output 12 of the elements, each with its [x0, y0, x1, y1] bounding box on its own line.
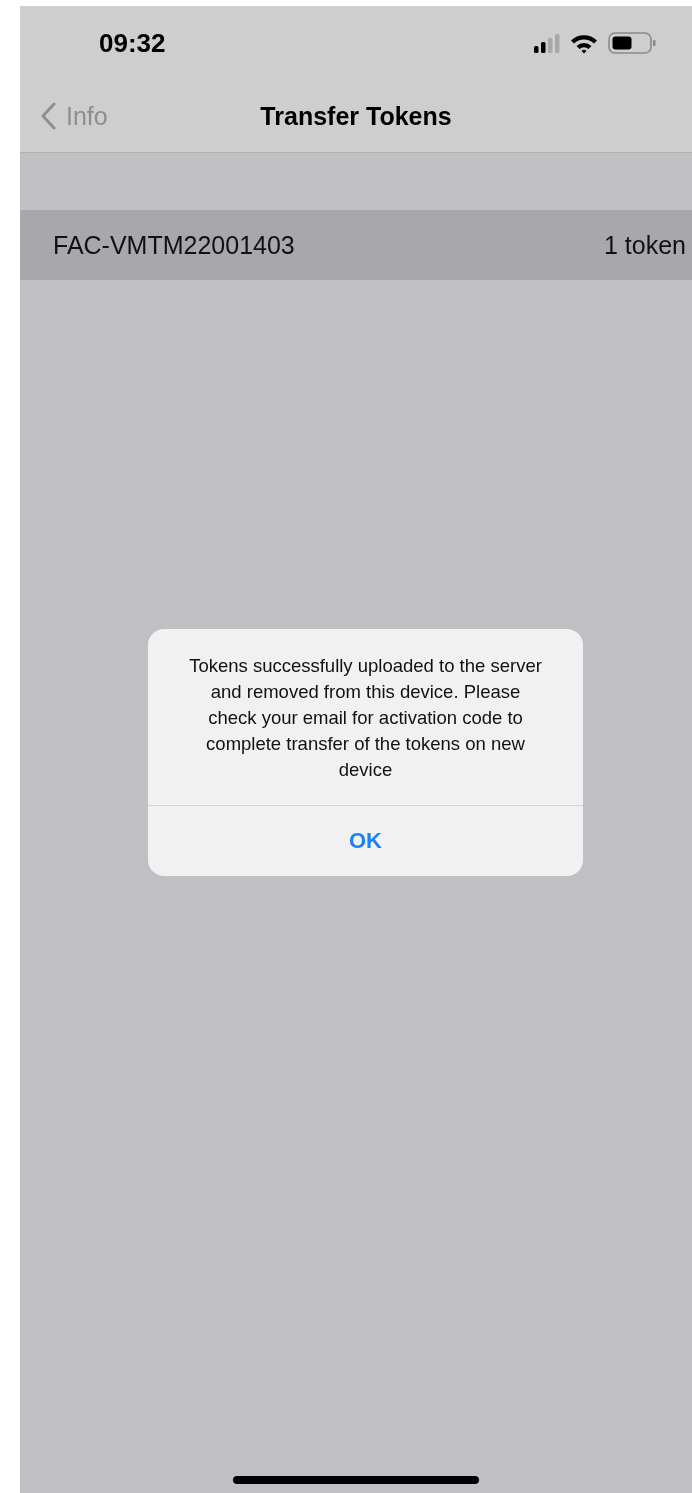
token-list-row[interactable]: FAC-VMTM22001403 1 token: [20, 210, 692, 280]
ok-button[interactable]: OK: [148, 806, 583, 876]
status-time: 09:32: [99, 27, 166, 59]
battery-icon: [608, 32, 656, 54]
token-count: 1 token: [604, 230, 686, 260]
signal-icon: [534, 33, 560, 53]
back-button[interactable]: Info: [20, 101, 108, 131]
wifi-icon: [570, 32, 598, 54]
token-name: FAC-VMTM22001403: [53, 230, 295, 260]
chevron-left-icon: [40, 102, 56, 130]
alert-message: Tokens successfully uploaded to the server and removed from this device. Please check your email for activation code to complete transfer of the tokens on new device: [148, 629, 583, 806]
screen-title: Transfer Tokens: [260, 101, 452, 131]
